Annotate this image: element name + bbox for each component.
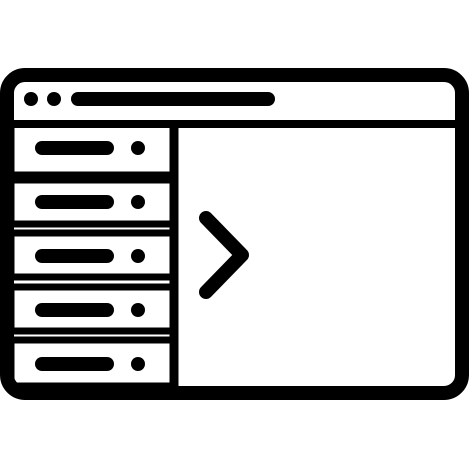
sidebar-item-2	[7, 176, 178, 228]
sidebar-item-5	[7, 336, 178, 390]
sidebar-item-3	[7, 229, 178, 281]
sidebar-item-dot	[131, 357, 145, 371]
sidebar-item-dot	[131, 195, 145, 209]
app-window-illustration	[0, 0, 469, 469]
sidebar-item-dot	[131, 303, 145, 317]
window-dot-1	[24, 92, 38, 106]
chevron-right-icon	[199, 211, 249, 299]
sidebar-item-dot	[131, 141, 145, 155]
sidebar-item-4	[7, 283, 178, 335]
sidebar-item-1	[7, 120, 178, 179]
browser-window-icon	[0, 68, 469, 400]
window-dot-2	[47, 92, 61, 106]
sidebar-item-dot	[131, 249, 145, 263]
